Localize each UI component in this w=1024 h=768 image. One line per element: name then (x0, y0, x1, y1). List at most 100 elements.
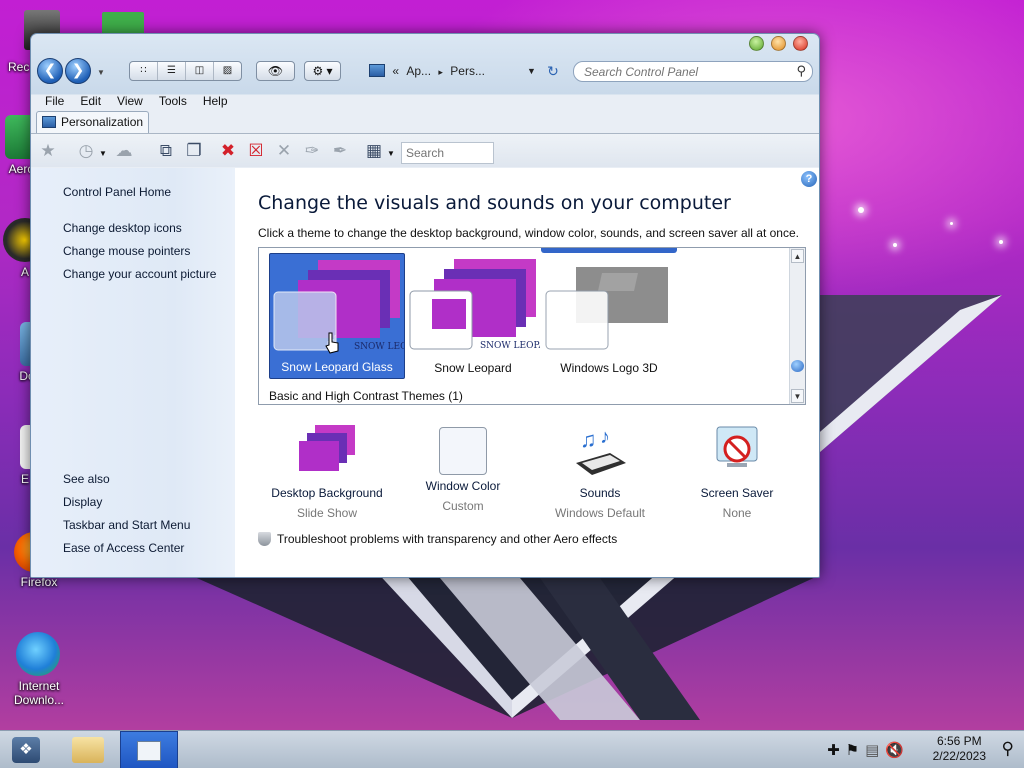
sounds-icon: ♫ ♪ (576, 426, 626, 475)
view-icons-icon[interactable]: ∷ (130, 62, 158, 80)
minimize-button[interactable] (749, 36, 764, 51)
theme-list: SNOW LEOPARD ☝ Snow Leopard Glass SNOW L… (258, 247, 806, 405)
scroll-thumb[interactable] (791, 360, 804, 372)
address-bar[interactable]: « Ap... ▸ Pers... ▼ (369, 61, 569, 81)
setting-value: Custom (442, 499, 484, 513)
scroll-up-icon[interactable]: ▲ (791, 249, 804, 263)
screen-saver-icon (716, 426, 758, 467)
taskbar-search-icon[interactable]: ⚲ (1002, 739, 1014, 759)
control-panel-icon (137, 741, 161, 761)
taskbar-file-explorer[interactable] (60, 731, 118, 768)
theme-group-label: Basic and High Contrast Themes (1) (269, 389, 463, 403)
close-button[interactable] (793, 36, 808, 51)
share-icon[interactable]: ☁ (113, 140, 135, 162)
add-icon[interactable]: ✚ (827, 741, 840, 759)
forward-button[interactable]: ❯ (65, 58, 91, 84)
toolbar-search-input[interactable] (401, 142, 494, 164)
change-account-picture-link[interactable]: Change your account picture (63, 267, 216, 281)
troubleshoot-text: Troubleshoot problems with transparency … (277, 532, 618, 546)
scroll-down-icon[interactable]: ▼ (791, 389, 804, 403)
window-color-setting[interactable]: Window Color Custom (393, 423, 533, 513)
help-icon[interactable]: ? (801, 171, 817, 187)
svg-text:♪: ♪ (600, 426, 610, 448)
theme-snow-leopard[interactable]: SNOW LEOPARD Snow Leopard (405, 253, 559, 379)
search-icon[interactable]: ⚲ (796, 63, 806, 79)
theme-snow-leopard-glass[interactable]: SNOW LEOPARD ☝ Snow Leopard Glass (269, 253, 433, 379)
recent-pages-dropdown-icon[interactable]: ▼ (97, 68, 105, 77)
ease-of-access-link[interactable]: Ease of Access Center (63, 541, 184, 555)
clock-time: 6:56 PM (936, 734, 982, 748)
maximize-button[interactable] (771, 36, 786, 51)
troubleshoot-link[interactable]: Troubleshoot problems with transparency … (258, 532, 617, 546)
view-list-icon[interactable]: ☰ (158, 62, 186, 80)
page-subtitle: Click a theme to change the desktop back… (258, 226, 799, 240)
favorite-star-icon[interactable]: ★ (37, 140, 59, 162)
pin-icon[interactable]: ✒ (329, 140, 351, 162)
control-panel-home-link[interactable]: Control Panel Home (63, 185, 171, 199)
clock-date: 2/22/2023 (932, 749, 986, 763)
quick-look-button[interactable]: 👁 (256, 61, 295, 81)
cut-icon[interactable]: ✕ (273, 140, 295, 162)
desktop-icon-label: Rec (8, 60, 30, 74)
setting-title: Sounds (579, 486, 621, 500)
taskbar-start-menu-link[interactable]: Taskbar and Start Menu (63, 518, 190, 532)
setting-value: Slide Show (296, 506, 358, 520)
clock[interactable]: 6:56 PM 2/22/2023 (933, 734, 986, 764)
tool-icon[interactable]: ✑ (301, 140, 323, 162)
back-button[interactable]: ❮ (37, 58, 63, 84)
left-pane: Control Panel Home Change desktop icons … (31, 168, 235, 577)
menu-view[interactable]: View (109, 91, 151, 111)
network-icon[interactable]: ▤ (865, 741, 879, 759)
theme-label: Snow Leopard Glass (281, 360, 393, 374)
refresh-icon[interactable]: ↻ (543, 62, 563, 80)
close-tab-icon[interactable]: ☒ (245, 140, 267, 162)
see-also-heading: See also (63, 472, 110, 486)
address-dropdown-icon[interactable]: ▼ (527, 61, 536, 81)
address-prefix: « (392, 64, 400, 78)
menu-edit[interactable]: Edit (72, 91, 109, 111)
hand-cursor-icon (325, 332, 339, 354)
action-center-flag-icon[interactable]: ⚑ (846, 741, 859, 759)
display-link[interactable]: Display (63, 495, 102, 509)
breadcrumb-personalization[interactable]: Pers... (450, 64, 485, 78)
title-bar[interactable] (31, 34, 819, 56)
view-coverflow-icon[interactable]: ▨ (214, 62, 241, 80)
change-mouse-pointers-link[interactable]: Change mouse pointers (63, 244, 190, 258)
screen-saver-setting[interactable]: Screen Saver None (667, 423, 807, 520)
content-area: Control Panel Home Change desktop icons … (31, 168, 819, 577)
new-window-icon[interactable]: ⧉ (155, 140, 177, 162)
theme-preview-snow-leopard: SNOW LEOPARD (409, 259, 559, 351)
theme-windows-logo-3d[interactable]: Windows Logo 3D (541, 253, 677, 379)
menu-tools[interactable]: Tools (151, 91, 195, 111)
personalization-window: ❮ ❯ ▼ ∷ ☰ ◫ ▨ 👁 ⚙ ▾ « Ap... ▸ Pers... ▼ … (30, 33, 820, 578)
action-menu-button[interactable]: ⚙ ▾ (304, 61, 341, 81)
history-dropdown-icon[interactable]: ▼ (99, 149, 107, 158)
volume-muted-icon[interactable]: 🔇 (885, 741, 904, 759)
view-columns-icon[interactable]: ◫ (186, 62, 214, 80)
desktop-icon-idm[interactable]: Internet Downlo... (4, 632, 74, 707)
tab-label: Personalization (61, 115, 144, 129)
duplicate-window-icon[interactable]: ❐ (183, 140, 205, 162)
svg-text:SNOW LEOPARD: SNOW LEOPARD (354, 342, 404, 352)
taskbar-control-panel[interactable] (120, 731, 178, 768)
tab-personalization[interactable]: Personalization (36, 111, 149, 133)
desktop-background-setting[interactable]: Desktop Background Slide Show (257, 423, 397, 520)
breadcrumb-appearance[interactable]: Ap... (406, 64, 431, 78)
desktop-icon-label: E (20, 472, 29, 486)
start-button[interactable]: ❖ (12, 737, 40, 763)
svg-text:♫: ♫ (580, 427, 597, 452)
sounds-setting[interactable]: ♫ ♪ Sounds Windows Default (530, 423, 670, 520)
search-input[interactable] (584, 62, 794, 81)
desktop-icon-label: A (20, 265, 29, 279)
change-desktop-icons-link[interactable]: Change desktop icons (63, 221, 182, 235)
system-tray: ✚ ⚑ ▤ 🔇 (827, 740, 904, 760)
menu-file[interactable]: File (37, 91, 72, 111)
history-clock-icon[interactable]: ◷ (75, 140, 97, 162)
delete-icon[interactable]: ✖ (217, 140, 239, 162)
layout-icon[interactable]: ▦ (363, 140, 385, 162)
layout-dropdown-icon[interactable]: ▼ (387, 149, 395, 158)
control-panel-icon (369, 64, 385, 77)
menu-help[interactable]: Help (195, 91, 236, 111)
theme-list-scrollbar[interactable]: ▲ ▼ (789, 248, 805, 404)
svg-text:SNOW LEOPARD: SNOW LEOPARD (480, 341, 540, 351)
